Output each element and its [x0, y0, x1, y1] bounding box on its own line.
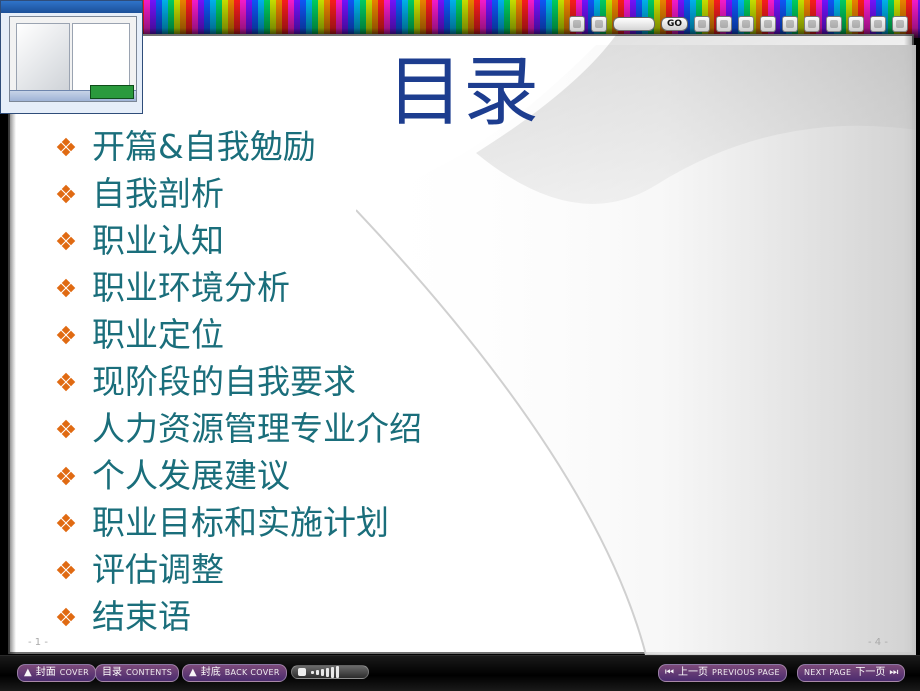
toc-item-text: 开篇&自我勉励: [92, 127, 316, 166]
close-icon[interactable]: [892, 16, 908, 32]
thumbnail-window: [0, 0, 143, 114]
thumbnail-left-page: [16, 23, 70, 91]
toc-item-text: 职业环境分析: [92, 268, 290, 307]
minimize-icon[interactable]: [848, 16, 864, 32]
previous-page-icon: ⏮: [665, 667, 674, 678]
toc-item[interactable]: 自我剖析: [56, 170, 422, 217]
help-icon[interactable]: [782, 16, 798, 32]
toc-item-text: 自我剖析: [92, 174, 224, 213]
prev-label-en: PREVIOUS PAGE: [712, 668, 780, 677]
thumbnail-right-page: [72, 23, 130, 91]
thumbnail-book: [9, 16, 137, 102]
toc-item[interactable]: 现阶段的自我要求: [56, 358, 422, 405]
toc-item-text: 职业定位: [92, 315, 224, 354]
toc-item[interactable]: 职业定位: [56, 311, 422, 358]
chat-icon[interactable]: [694, 16, 710, 32]
page-number-right: - 4 -: [868, 637, 888, 648]
volume-slider[interactable]: [291, 665, 369, 679]
toc-item-text: 人力资源管理专业介绍: [92, 409, 422, 448]
maximize-icon[interactable]: [870, 16, 886, 32]
volume-bar: [331, 666, 334, 678]
bullet-icon: [56, 231, 76, 250]
top-toolbar: GO: [568, 16, 908, 32]
volume-bar: [316, 669, 319, 675]
toc-item-text: 结束语: [92, 597, 191, 636]
next-page-icon: ⏭: [889, 667, 899, 678]
settings-icon[interactable]: [804, 16, 820, 32]
bullet-icon: [56, 466, 76, 485]
toc-item-text: 个人发展建议: [92, 456, 290, 495]
cover-icon: ▲: [24, 667, 32, 678]
toc-item[interactable]: 职业环境分析: [56, 264, 422, 311]
contents-label-en: CONTENTS: [126, 668, 173, 677]
contents-button[interactable]: 目录 CONTENTS: [95, 664, 180, 682]
contents-label-cn: 目录: [102, 667, 122, 678]
next-label-cn: 下一页: [855, 667, 886, 678]
bullet-icon: [56, 372, 76, 391]
bullet-icon: [56, 560, 76, 579]
bullet-icon: [56, 607, 76, 626]
bullet-icon: [56, 184, 76, 203]
cover-button[interactable]: ▲ 封面 COVER: [17, 664, 97, 682]
toc-list: 开篇&自我勉励 自我剖析职业认知职业环境分析 职业定位现阶段的自我要求人力资源管理专…: [56, 123, 422, 640]
bullet-icon: [56, 513, 76, 532]
toc-item[interactable]: 职业认知: [56, 217, 422, 264]
previous-page-button[interactable]: ⏮ 上一页 PREVIOUS PAGE: [658, 664, 787, 682]
share-icon[interactable]: [716, 16, 732, 32]
back-cover-label-cn: 封底: [200, 667, 221, 678]
bullet-icon: [56, 325, 76, 344]
toc-item-text: 职业认知: [92, 221, 224, 260]
page-jump-input[interactable]: [612, 17, 655, 31]
back-cover-icon: ▲: [189, 667, 197, 678]
prev-label-cn: 上一页: [678, 667, 708, 678]
thumbnail-badge: [90, 85, 134, 99]
page-number-left: - 1 -: [28, 637, 48, 648]
bottom-navigation-bar: ▲ 封面 COVER 目录 CONTENTS ▲ 封底 BACK COVER ⏮…: [0, 655, 920, 691]
bullet-icon: [56, 137, 76, 156]
toc-item[interactable]: 开篇&自我勉励: [56, 123, 422, 170]
toc-item[interactable]: 评估调整: [56, 546, 422, 593]
bullet-icon: [56, 419, 76, 438]
volume-bar: [311, 670, 314, 674]
speaker-icon: [298, 668, 306, 676]
next-page-button[interactable]: NEXT PAGE 下一页 ⏭: [797, 664, 906, 682]
toc-item[interactable]: 职业目标和实施计划: [56, 499, 422, 546]
toc-item-text: 职业目标和实施计划: [92, 503, 389, 542]
thumbnail-titlebar: [1, 1, 142, 13]
print-icon[interactable]: [760, 16, 776, 32]
go-button[interactable]: GO: [660, 17, 688, 31]
back-cover-label-en: BACK COVER: [224, 668, 280, 677]
bullet-icon: [56, 278, 76, 297]
volume-bar: [336, 666, 339, 678]
book-icon[interactable]: [568, 16, 585, 32]
download-icon[interactable]: [738, 16, 754, 32]
cover-label-en: COVER: [59, 668, 90, 677]
toc-item[interactable]: 个人发展建议: [56, 452, 422, 499]
volume-bar: [326, 667, 329, 677]
toc-item-text: 评估调整: [92, 550, 224, 589]
back-cover-button[interactable]: ▲ 封底 BACK COVER: [182, 664, 287, 682]
toc-item[interactable]: 人力资源管理专业介绍: [56, 405, 422, 452]
gear-icon[interactable]: [826, 16, 842, 32]
volume-bar: [321, 668, 324, 676]
toc-item[interactable]: 结束语: [56, 593, 422, 640]
toc-item-text: 现阶段的自我要求: [92, 362, 356, 401]
cover-label-cn: 封面: [35, 667, 56, 678]
next-label-en: NEXT PAGE: [804, 668, 852, 677]
search-icon[interactable]: [590, 16, 607, 32]
